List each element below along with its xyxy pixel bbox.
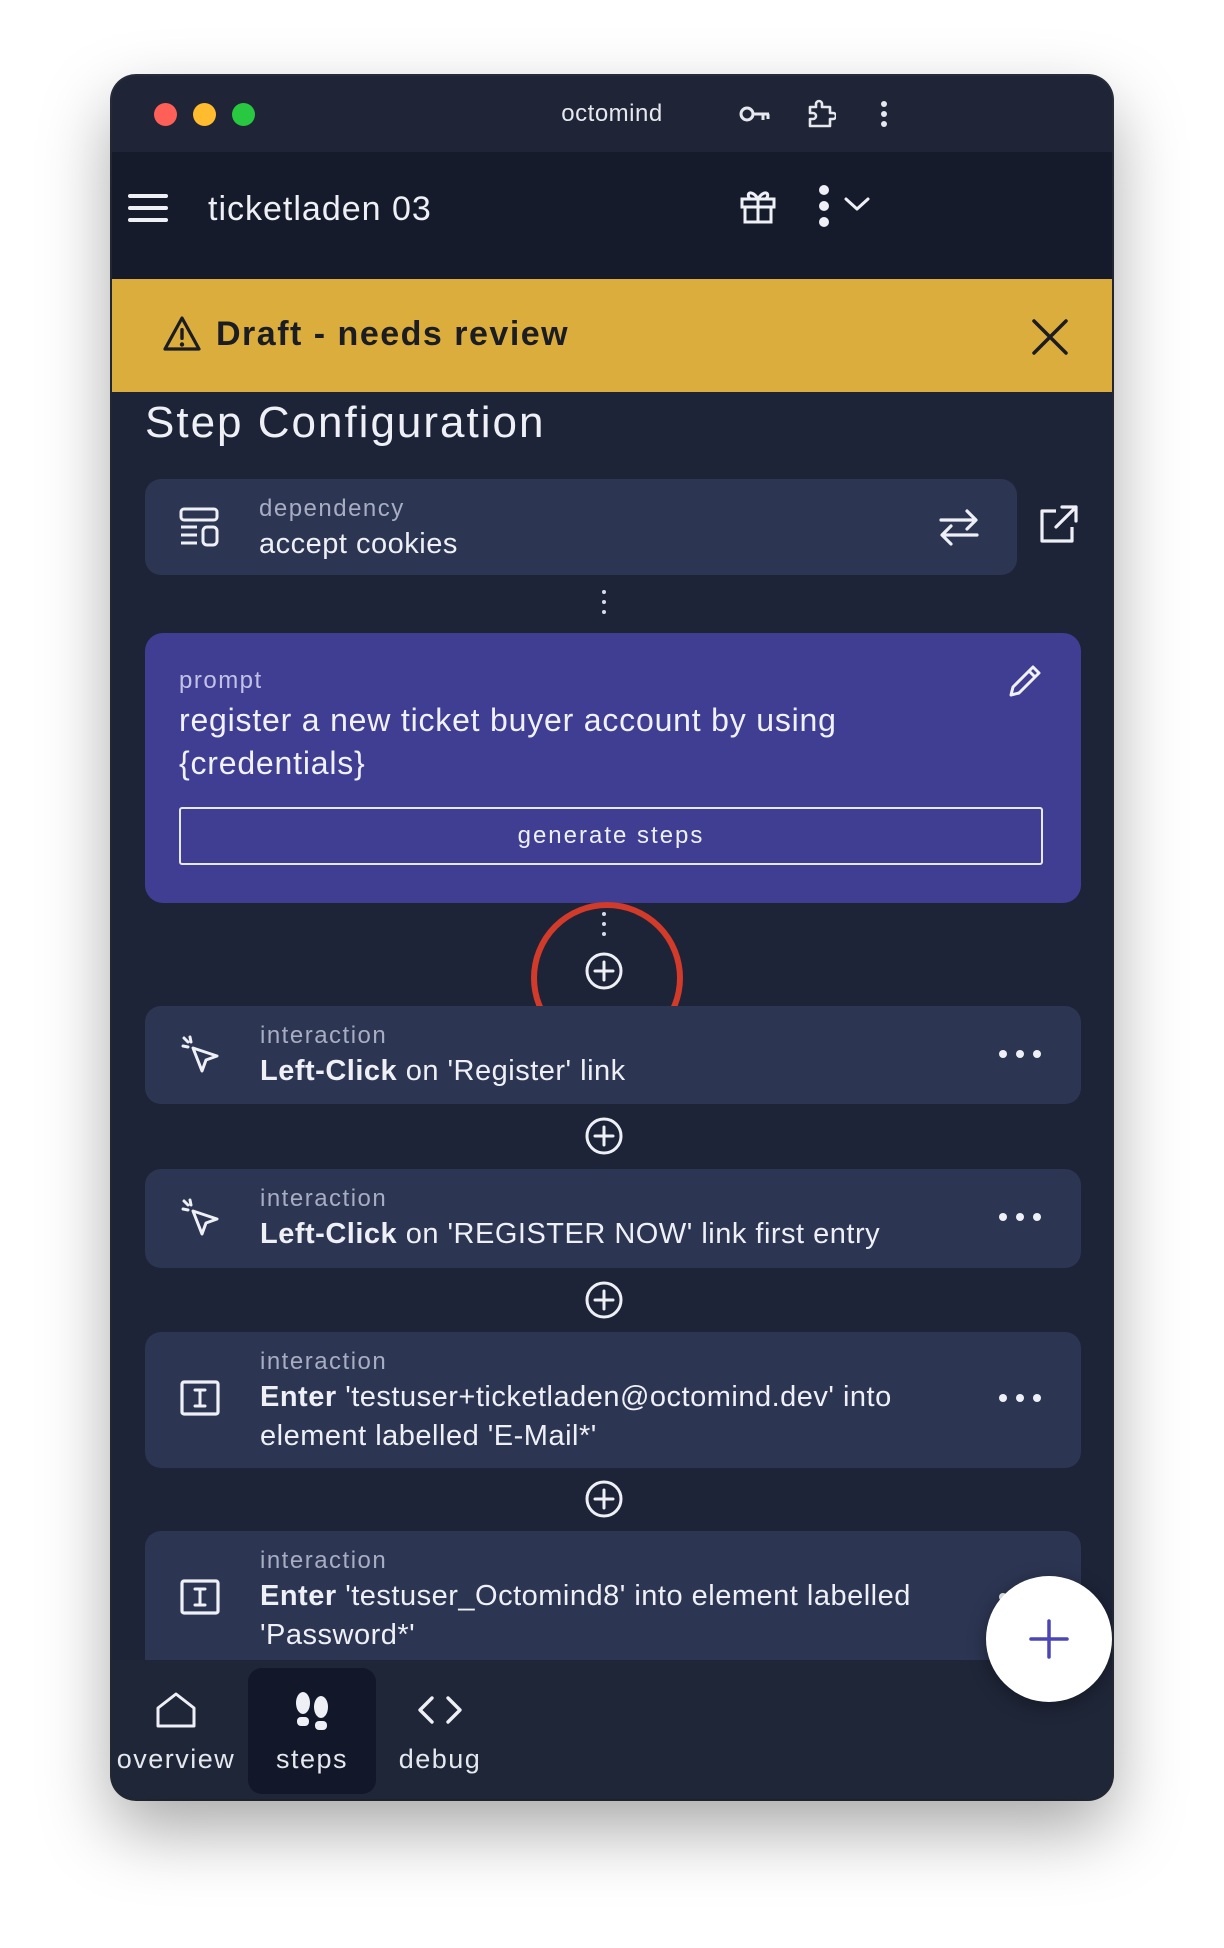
code-icon — [376, 1690, 504, 1734]
open-external-icon[interactable] — [1036, 503, 1080, 547]
draft-banner-text: Draft - needs review — [216, 315, 570, 353]
gift-icon[interactable] — [738, 186, 778, 226]
add-step-icon[interactable] — [584, 1116, 624, 1156]
add-step-fab-button[interactable] — [986, 1576, 1112, 1702]
warning-icon — [162, 315, 202, 353]
step-card[interactable]: interaction Left-Click on 'REGISTER NOW'… — [145, 1169, 1081, 1268]
extension-icon[interactable] — [801, 94, 841, 134]
generate-steps-button[interactable]: generate steps — [179, 807, 1043, 865]
edit-pencil-icon[interactable] — [1005, 661, 1045, 701]
step-target: 'testuser_Octomind8' into element labell… — [336, 1580, 911, 1612]
close-banner-icon[interactable] — [1030, 317, 1070, 357]
step-description: Enter 'testuser_Octomind8' into element … — [260, 1577, 911, 1655]
window-menu-icon[interactable] — [864, 94, 904, 134]
step-more-icon[interactable] — [999, 1394, 1041, 1402]
prompt-text-line-1: register a new ticket buyer account by u… — [179, 702, 837, 738]
step-action: Left-Click — [260, 1218, 398, 1250]
prompt-card: prompt register a new ticket buyer accou… — [145, 633, 1081, 903]
dependency-icon — [179, 507, 219, 549]
nav-overview[interactable]: overview — [112, 1668, 240, 1794]
step-action: Left-Click — [260, 1055, 398, 1087]
text-input-icon — [179, 1378, 221, 1418]
swap-icon[interactable] — [937, 505, 981, 549]
step-more-icon[interactable] — [999, 1213, 1041, 1221]
step-target: 'testuser+ticketladen@octomind.dev' into — [336, 1381, 892, 1413]
key-icon[interactable] — [735, 94, 775, 134]
draft-banner: Draft - needs review — [112, 279, 1112, 392]
add-step-icon[interactable] — [584, 1479, 624, 1519]
step-description: Left-Click on 'REGISTER NOW' link first … — [260, 1215, 880, 1254]
page-title: Step Configuration — [145, 398, 546, 447]
prompt-text: register a new ticket buyer account by u… — [179, 699, 837, 785]
step-target: on 'REGISTER NOW' link first entry — [397, 1218, 881, 1250]
bottom-navigation: overview steps debug — [112, 1660, 1112, 1799]
step-card[interactable]: interaction Enter 'testuser+ticketladen@… — [145, 1332, 1081, 1468]
nav-steps-label: steps — [275, 1744, 349, 1774]
step-type-label: interaction — [260, 1185, 388, 1212]
add-step-icon[interactable] — [584, 1280, 624, 1320]
app-window: octomind ticketladen 03 Draft - needs re… — [112, 76, 1112, 1799]
footsteps-icon — [248, 1690, 376, 1734]
window-title: octomind — [561, 100, 663, 127]
project-menu-icon[interactable] — [818, 182, 830, 230]
hamburger-menu-icon[interactable] — [128, 192, 170, 224]
dependency-value: accept cookies — [259, 528, 458, 560]
step-card[interactable]: interaction Enter 'testuser_Octomind8' i… — [145, 1531, 1081, 1681]
step-target: on 'Register' link — [397, 1055, 626, 1087]
home-icon — [112, 1690, 240, 1734]
step-description: Enter 'testuser+ticketladen@octomind.dev… — [260, 1378, 892, 1456]
dependency-label: dependency — [259, 495, 405, 522]
prompt-text-line-2: {credentials} — [179, 745, 366, 781]
step-type-label: interaction — [260, 1348, 388, 1375]
plus-icon — [1029, 1619, 1069, 1659]
nav-steps[interactable]: steps — [248, 1668, 376, 1794]
text-input-icon — [179, 1577, 221, 1617]
step-action: Enter — [260, 1381, 337, 1413]
step-type-label: interaction — [260, 1547, 388, 1574]
step-description: Left-Click on 'Register' link — [260, 1052, 626, 1091]
nav-debug[interactable]: debug — [376, 1668, 504, 1794]
cursor-click-icon — [179, 1197, 221, 1239]
connector-dots — [601, 590, 607, 620]
window-titlebar: octomind — [112, 76, 1112, 152]
project-title: ticketladen 03 — [208, 190, 432, 228]
cursor-click-icon — [179, 1034, 221, 1076]
app-bar: ticketladen 03 — [112, 152, 1112, 279]
nav-overview-label: overview — [116, 1744, 236, 1774]
chevron-down-icon[interactable] — [843, 194, 871, 214]
nav-debug-label: debug — [398, 1744, 482, 1774]
step-target-continued: element labelled 'E-Mail*' — [260, 1420, 597, 1452]
step-type-label: interaction — [260, 1022, 388, 1049]
step-card[interactable]: interaction Left-Click on 'Register' lin… — [145, 1006, 1081, 1104]
prompt-label: prompt — [179, 667, 263, 694]
step-action: Enter — [260, 1580, 337, 1612]
dependency-card[interactable]: dependency accept cookies — [145, 479, 1017, 575]
step-more-icon[interactable] — [999, 1050, 1041, 1058]
step-target-continued: 'Password*' — [260, 1619, 416, 1651]
